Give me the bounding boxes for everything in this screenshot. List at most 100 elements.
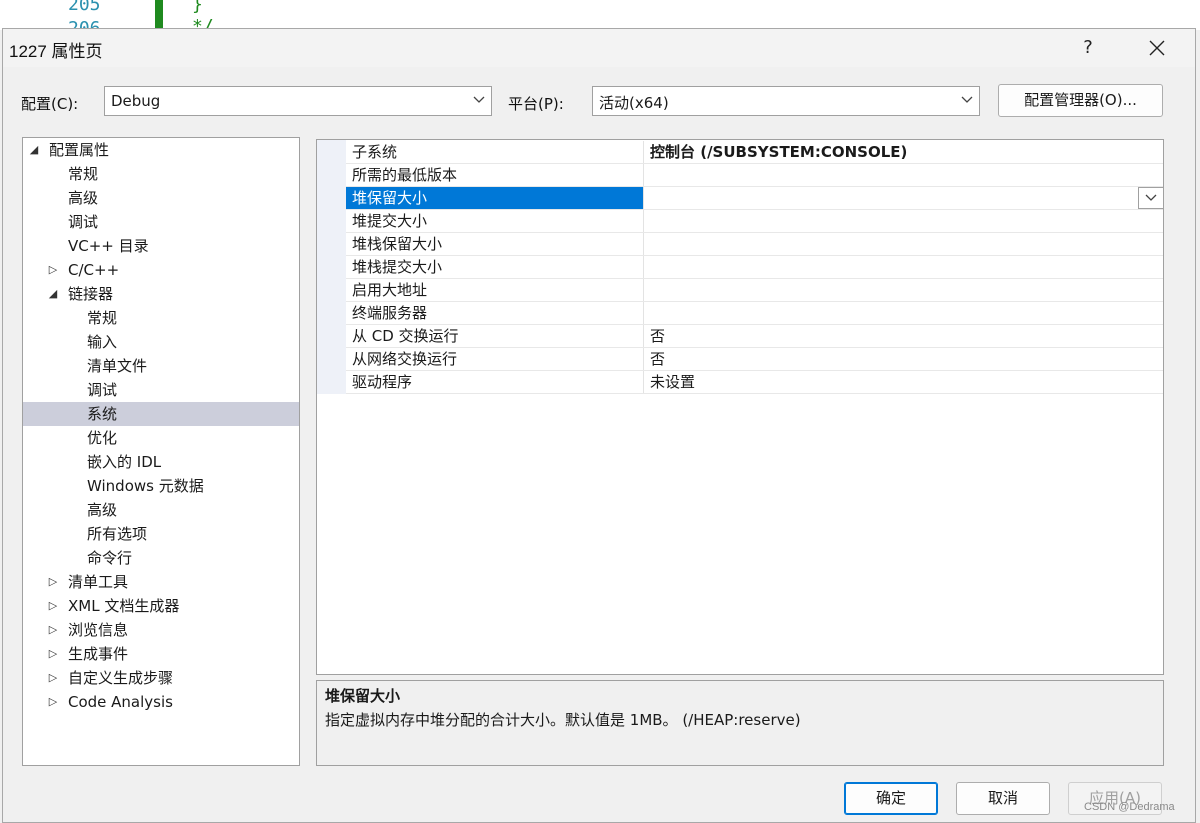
config-label: 配置(C): [21, 95, 79, 113]
change-gutter [155, 0, 163, 30]
property-row[interactable]: 从 CD 交换运行否 [346, 325, 1163, 348]
property-value[interactable] [650, 279, 1150, 301]
tree-item[interactable]: 常规 [23, 306, 299, 330]
value-dropdown-button[interactable] [1138, 187, 1163, 209]
chevron-down-icon [473, 96, 485, 103]
property-value[interactable] [650, 164, 1150, 186]
tree-item[interactable]: 高级 [23, 186, 299, 210]
tree-item-label: 嵌入的 IDL [87, 453, 162, 471]
tree-item-label: 高级 [68, 189, 99, 207]
tree-item-label: 常规 [87, 309, 118, 327]
config-select[interactable]: Debug [104, 86, 492, 116]
tree-item[interactable]: ▷ XML 文档生成器 [23, 594, 299, 618]
cancel-button[interactable]: 取消 [956, 782, 1050, 815]
close-icon [1149, 40, 1165, 56]
property-row[interactable]: 堆栈保留大小 [346, 233, 1163, 256]
tree-item[interactable]: VC++ 目录 [23, 234, 299, 258]
property-value[interactable]: 否 [650, 325, 1150, 347]
property-value[interactable] [650, 187, 1150, 209]
tree-item-label: 优化 [87, 429, 118, 447]
property-name: 从 CD 交换运行 [346, 325, 644, 347]
property-value[interactable] [650, 256, 1150, 278]
property-value[interactable] [650, 210, 1150, 232]
property-row[interactable]: 所需的最低版本 [346, 164, 1163, 187]
tree-item[interactable]: ▷ C/C++ [23, 258, 299, 282]
property-row[interactable]: 终端服务器 [346, 302, 1163, 325]
property-value[interactable]: 否 [650, 348, 1150, 370]
config-select-value: Debug [111, 92, 161, 110]
expanded-triangle-icon[interactable]: ◢ [27, 138, 41, 162]
property-pages-dialog: 1227 属性页 ? 配置(C): Debug 平台(P): 活动(x64) 配… [2, 28, 1196, 823]
collapsed-triangle-icon[interactable]: ▷ [46, 690, 60, 714]
property-row[interactable]: 子系统 控制台 (/SUBSYSTEM:CONSOLE) [346, 141, 1163, 164]
collapsed-triangle-icon[interactable]: ▷ [46, 594, 60, 618]
tree-item[interactable]: Windows 元数据 [23, 474, 299, 498]
tree-item[interactable]: ◢ 配置属性 [23, 138, 299, 162]
tree-item[interactable]: ◢ 链接器 [23, 282, 299, 306]
tree-item[interactable]: ▷ 浏览信息 [23, 618, 299, 642]
tree-item-label: Code Analysis [68, 693, 173, 711]
property-value[interactable] [650, 233, 1150, 255]
tree-item-label: Windows 元数据 [87, 477, 204, 495]
title-bar[interactable]: 1227 属性页 ? [3, 29, 1195, 67]
grid-left-margin [317, 140, 346, 394]
code-line: } [192, 0, 203, 15]
property-row[interactable]: 堆提交大小 [346, 210, 1163, 233]
tree-item-label: 命令行 [87, 549, 133, 567]
tree-item[interactable]: 调试 [23, 210, 299, 234]
property-row[interactable]: 从网络交换运行否 [346, 348, 1163, 371]
collapsed-triangle-icon[interactable]: ▷ [46, 258, 60, 282]
tree-item[interactable]: 所有选项 [23, 522, 299, 546]
property-row[interactable]: 启用大地址 [346, 279, 1163, 302]
collapsed-triangle-icon[interactable]: ▷ [46, 570, 60, 594]
property-row[interactable]: 驱动程序 未设置 [346, 371, 1163, 394]
property-name: 堆提交大小 [346, 210, 644, 232]
property-name: 启用大地址 [346, 279, 644, 301]
collapsed-triangle-icon[interactable]: ▷ [46, 618, 60, 642]
close-button[interactable] [1141, 33, 1173, 63]
tree-item[interactable]: 调试 [23, 378, 299, 402]
expanded-triangle-icon[interactable]: ◢ [46, 282, 60, 306]
tree-item-label: 链接器 [68, 285, 114, 303]
tree-item[interactable]: 嵌入的 IDL [23, 450, 299, 474]
watermark: CSDN @Dedrama [1084, 801, 1175, 813]
tree-item[interactable]: 清单文件 [23, 354, 299, 378]
property-name: 堆保留大小 [346, 187, 644, 209]
line-number: 205 [68, 0, 101, 15]
tree-item[interactable]: ▷ 清单工具 [23, 570, 299, 594]
tree-item[interactable]: 优化 [23, 426, 299, 450]
tree-item[interactable]: ▷ 生成事件 [23, 642, 299, 666]
tree-item[interactable]: ▷ Code Analysis [23, 690, 299, 714]
tree-item[interactable]: 命令行 [23, 546, 299, 570]
tree-item[interactable]: 常规 [23, 162, 299, 186]
tree-item[interactable]: 输入 [23, 330, 299, 354]
property-name: 从网络交换运行 [346, 348, 644, 370]
chevron-down-icon [1145, 194, 1157, 201]
property-tree[interactable]: ◢ 配置属性 常规 高级 调试 VC++ 目录 ▷ C/C++ ◢ 链接器 常规 输入 清单文件 调试 系统… [22, 137, 300, 766]
property-name: 终端服务器 [346, 302, 644, 324]
collapsed-triangle-icon[interactable]: ▷ [46, 666, 60, 690]
config-manager-button[interactable]: 配置管理器(O)... [998, 84, 1163, 117]
tree-item-label: 高级 [87, 501, 118, 519]
tree-item[interactable]: 高级 [23, 498, 299, 522]
property-name: 子系统 [346, 141, 644, 163]
dialog-title: 1227 属性页 [9, 42, 103, 61]
tree-item-label: 输入 [87, 333, 118, 351]
property-row[interactable]: 堆栈提交大小 [346, 256, 1163, 279]
platform-select[interactable]: 活动(x64) [592, 86, 980, 116]
property-row[interactable]: 堆保留大小 [346, 187, 1163, 210]
property-value[interactable]: 未设置 [650, 371, 1150, 393]
property-value[interactable]: 控制台 (/SUBSYSTEM:CONSOLE) [650, 141, 1150, 163]
property-name: 驱动程序 [346, 371, 644, 393]
tree-item-label: 调试 [68, 213, 99, 231]
help-button[interactable]: ? [1075, 35, 1101, 61]
tree-item[interactable]: ▷ 自定义生成步骤 [23, 666, 299, 690]
description-text: 指定虚拟内存中堆分配的合计大小。默认值是 1MB。 (/HEAP:reserve… [325, 711, 801, 729]
property-value[interactable] [650, 302, 1150, 324]
tree-item-label: 调试 [87, 381, 118, 399]
ok-button[interactable]: 确定 [844, 782, 938, 815]
tree-item[interactable]: 系统 [23, 402, 299, 426]
tree-item-label: 所有选项 [87, 525, 148, 543]
property-grid[interactable]: 子系统 控制台 (/SUBSYSTEM:CONSOLE) 所需的最低版本 堆保留大小堆… [316, 139, 1164, 675]
collapsed-triangle-icon[interactable]: ▷ [46, 642, 60, 666]
